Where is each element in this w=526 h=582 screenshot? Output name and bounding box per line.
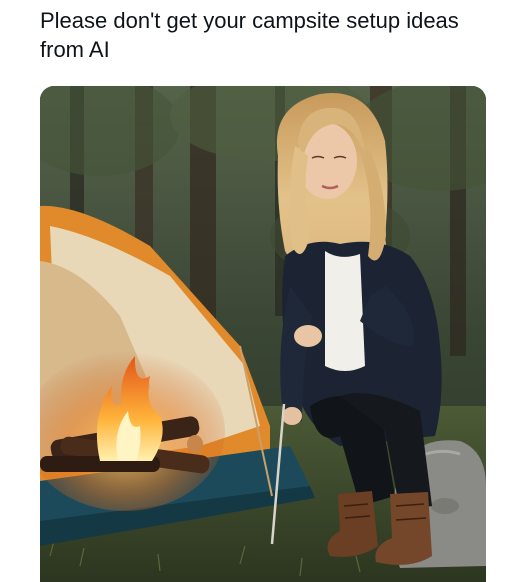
post-caption: Please don't get your campsite setup ide… bbox=[40, 8, 459, 62]
post-image[interactable] bbox=[40, 86, 486, 582]
social-post: Please don't get your campsite setup ide… bbox=[0, 0, 526, 582]
campsite-illustration bbox=[40, 86, 486, 582]
